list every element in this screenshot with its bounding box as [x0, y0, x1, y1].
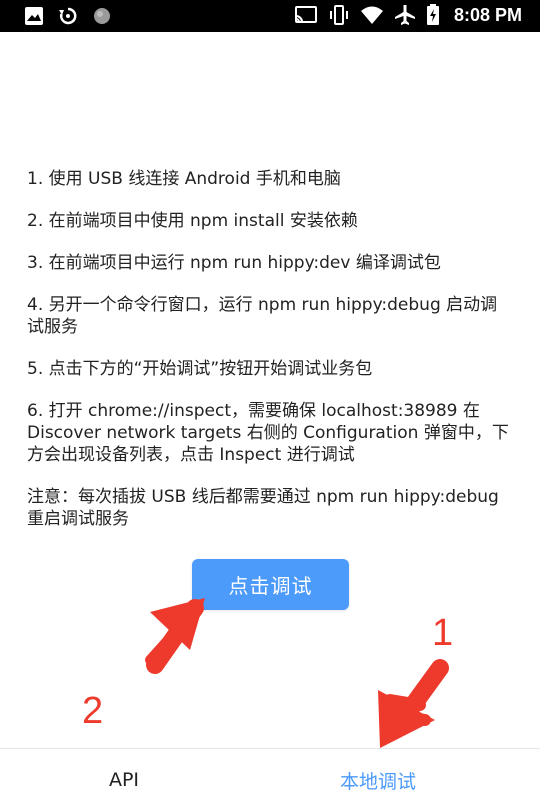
tab-local-debug[interactable]: 本地调试 [314, 749, 442, 811]
arrow-annotation-to-tab [378, 659, 449, 748]
annotation-number-2: 2 [82, 690, 104, 732]
tab-api[interactable]: API [60, 749, 188, 811]
bottom-tab-bar: API 本地调试 [0, 748, 540, 811]
annotation-number-1: 1 [432, 612, 454, 654]
